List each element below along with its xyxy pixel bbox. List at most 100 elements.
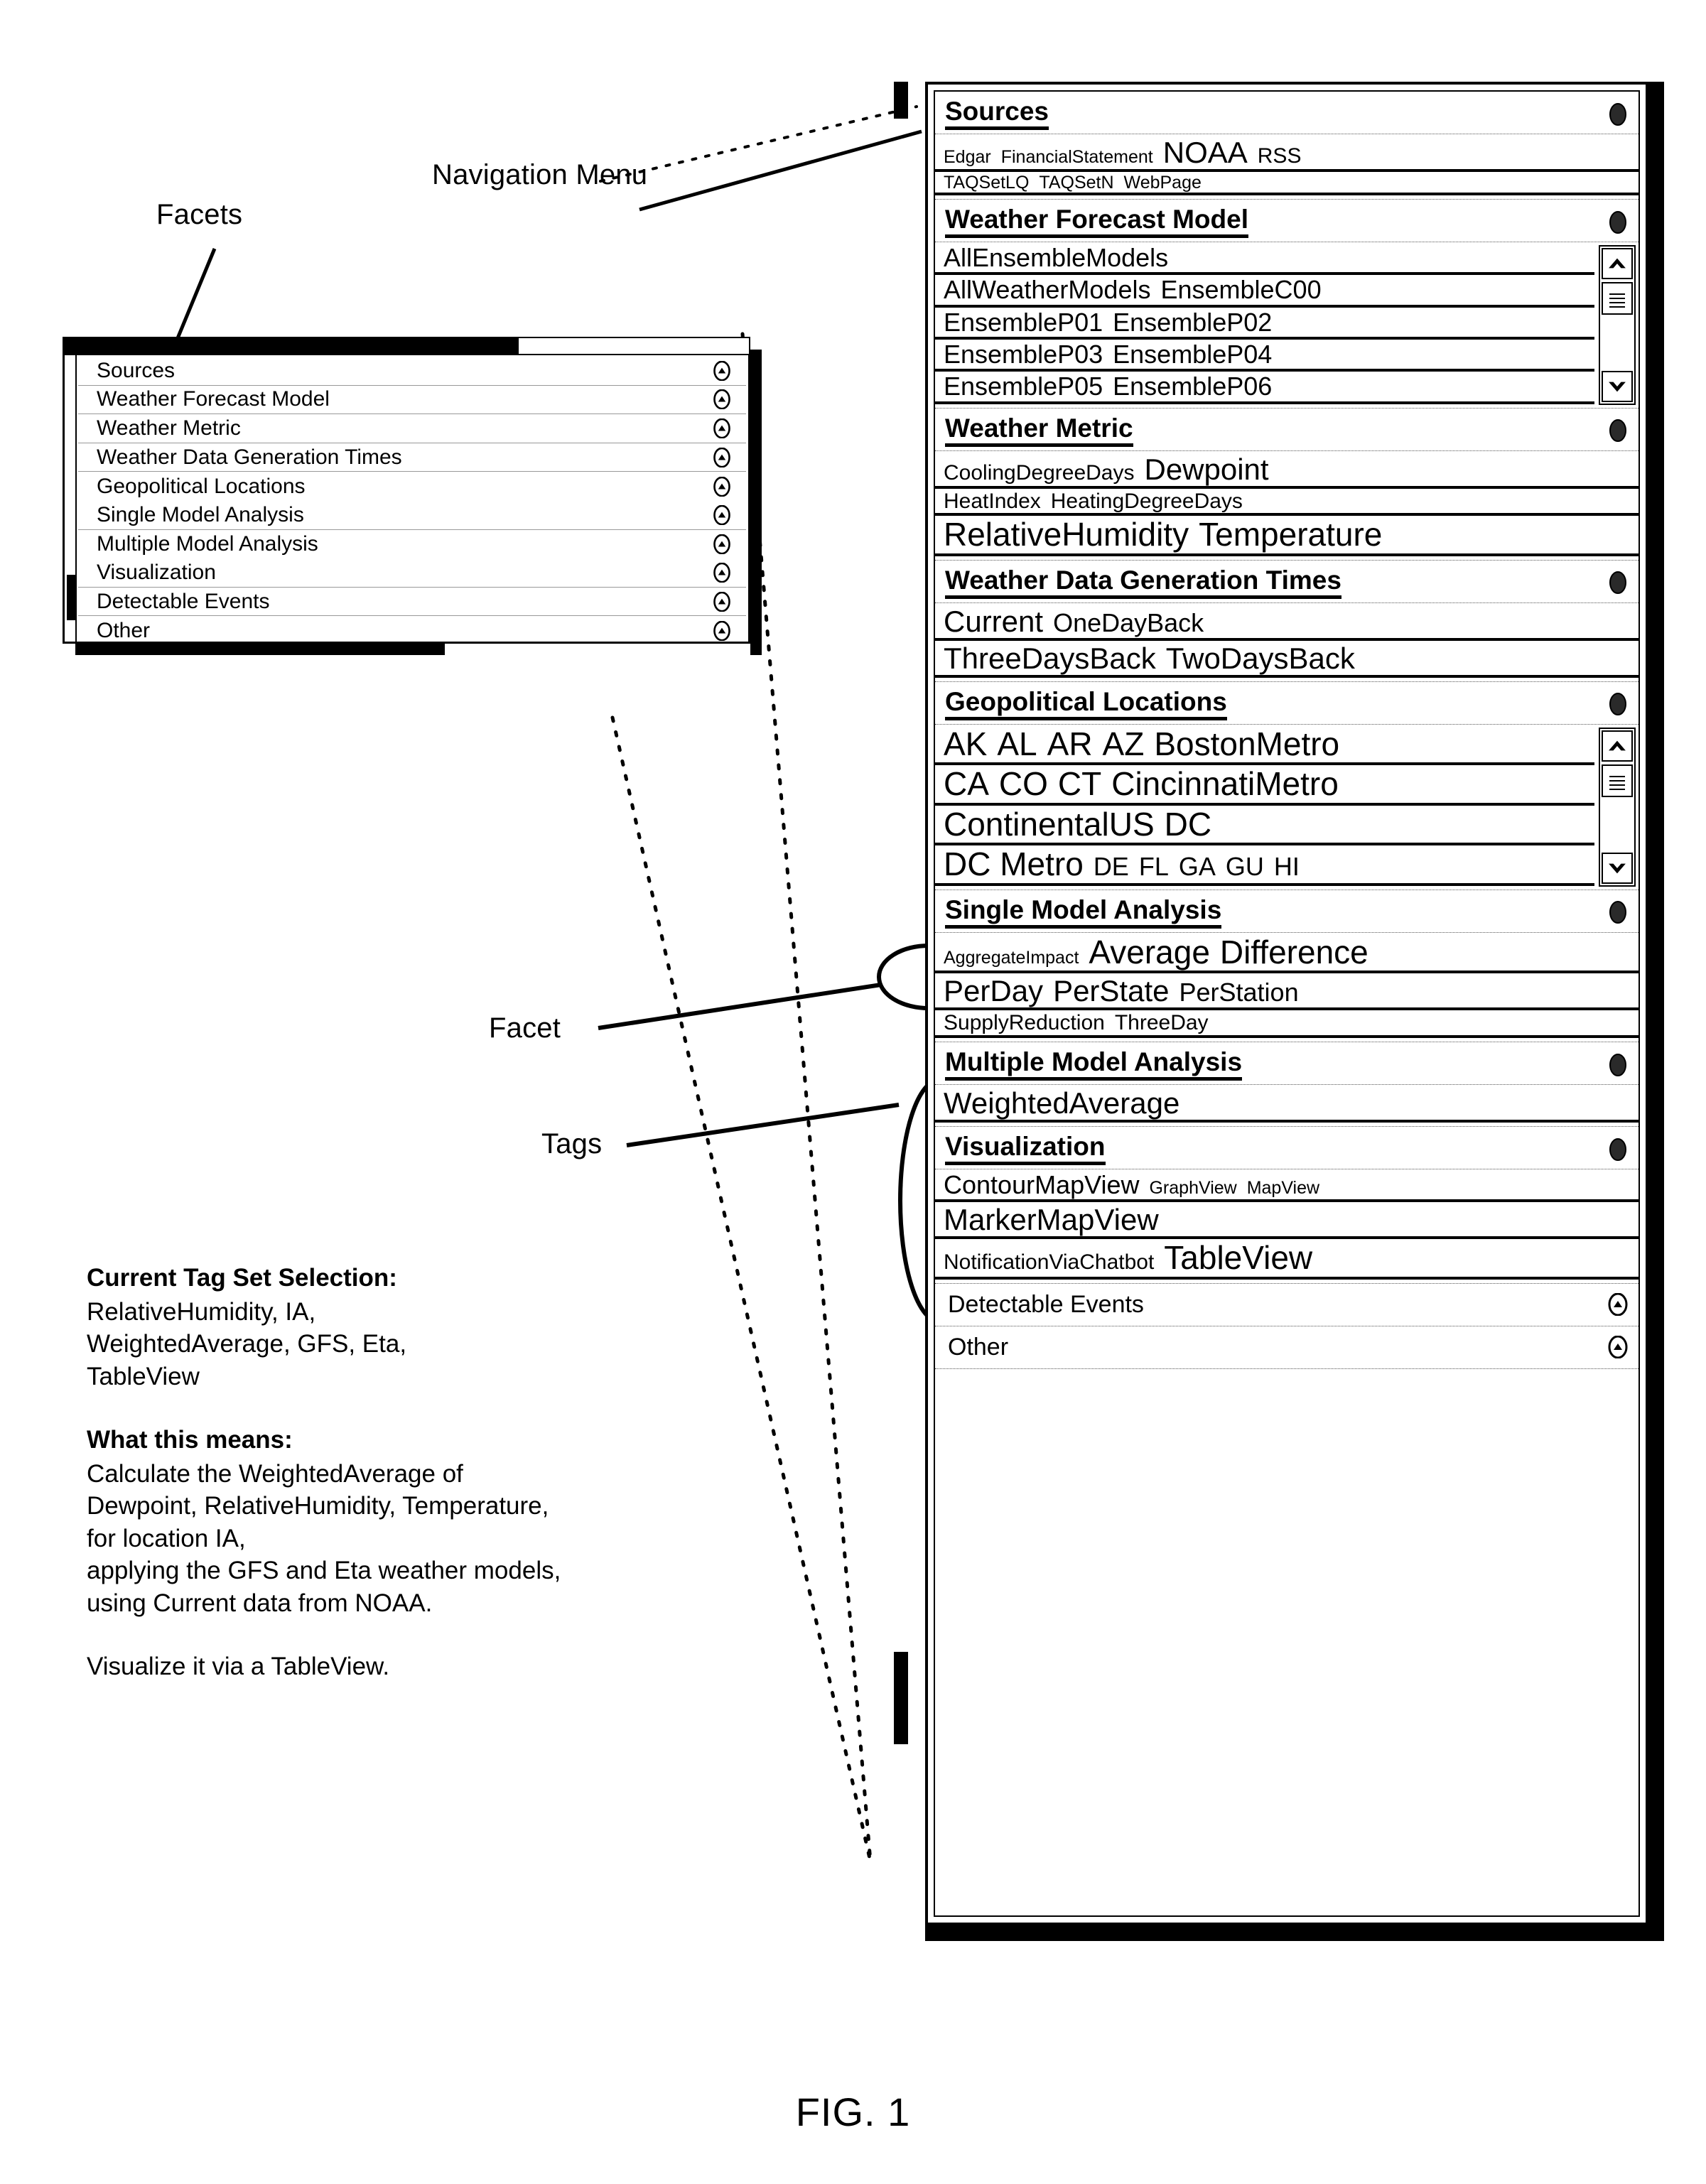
tag[interactable]: EnsembleP06: [1113, 372, 1272, 401]
navigation-menu-outer-scrollbar[interactable]: [894, 82, 908, 1925]
facet-row[interactable]: Single Model Analysis: [78, 501, 746, 530]
tag[interactable]: NotificationViaChatbot: [944, 1250, 1154, 1274]
expand-toggle-icon[interactable]: [1607, 692, 1629, 716]
facets-panel-titlebar[interactable]: [63, 337, 750, 355]
scroll-up-button[interactable]: [1602, 248, 1633, 280]
expand-toggle-icon[interactable]: [1607, 571, 1629, 595]
tag[interactable]: ContourMapView: [944, 1170, 1139, 1199]
tag[interactable]: OneDayBack: [1053, 608, 1204, 637]
scrollbar-thumb[interactable]: [1602, 764, 1633, 797]
tag[interactable]: AL: [997, 725, 1037, 762]
tag[interactable]: CincinnatiMetro: [1111, 765, 1339, 803]
tag[interactable]: DC: [1165, 806, 1211, 843]
scrollbar-thumb[interactable]: [1602, 282, 1633, 315]
nav-section-header[interactable]: Multiple Model Analysis: [935, 1042, 1638, 1085]
collapse-chevron-icon[interactable]: [1607, 1293, 1629, 1317]
nav-section-collapsed[interactable]: Detectable Events: [935, 1284, 1638, 1326]
nav-section-header[interactable]: Weather Metric: [935, 409, 1638, 451]
tag[interactable]: CT: [1058, 765, 1101, 803]
facet-row[interactable]: Multiple Model Analysis: [78, 530, 746, 559]
tag[interactable]: TwoDaysBack: [1166, 642, 1355, 675]
tag[interactable]: Dewpoint: [1144, 453, 1268, 486]
tag[interactable]: AllWeatherModels: [944, 275, 1150, 304]
facet-row[interactable]: Sources: [78, 357, 746, 386]
tag[interactable]: EnsembleC00: [1160, 275, 1321, 304]
nav-section-header[interactable]: Weather Data Generation Times: [935, 561, 1638, 603]
tag[interactable]: PerStation: [1179, 978, 1299, 1007]
collapse-chevron-icon[interactable]: [712, 534, 732, 554]
tag[interactable]: TAQSetN: [1039, 173, 1113, 193]
expand-toggle-icon[interactable]: [1607, 102, 1629, 126]
scroll-down-button[interactable]: [1602, 370, 1633, 402]
tag[interactable]: CA: [944, 765, 989, 803]
tag[interactable]: AllEnsembleModels: [944, 243, 1168, 272]
tag[interactable]: WeightedAverage: [944, 1086, 1179, 1120]
nav-section-header[interactable]: Weather Forecast Model: [935, 200, 1638, 243]
tag[interactable]: FL: [1139, 852, 1169, 881]
tag[interactable]: AZ: [1103, 725, 1145, 762]
tag[interactable]: HeatIndex: [944, 490, 1041, 513]
tag[interactable]: CO: [999, 765, 1048, 803]
nav-section-collapsed[interactable]: Other: [935, 1326, 1638, 1369]
nav-section-header[interactable]: Single Model Analysis: [935, 890, 1638, 933]
expand-toggle-icon[interactable]: [1607, 1137, 1629, 1162]
expand-toggle-icon[interactable]: [1607, 1053, 1629, 1077]
facet-row[interactable]: Weather Forecast Model: [78, 386, 746, 415]
nav-section-header[interactable]: Sources: [935, 92, 1638, 134]
tag[interactable]: RelativeHumidity: [944, 516, 1189, 553]
tag[interactable]: Temperature: [1199, 516, 1382, 553]
tag[interactable]: DE: [1094, 852, 1129, 881]
tag[interactable]: RSS: [1258, 144, 1302, 168]
tag[interactable]: ThreeDaysBack: [944, 642, 1156, 675]
tag[interactable]: GU: [1226, 852, 1264, 881]
collapse-chevron-icon[interactable]: [712, 591, 732, 612]
tag[interactable]: EnsembleP05: [944, 372, 1103, 401]
collapse-chevron-icon[interactable]: [712, 476, 732, 497]
collapse-chevron-icon[interactable]: [712, 562, 732, 583]
collapse-chevron-icon[interactable]: [712, 504, 732, 525]
nav-section-scrollbar[interactable]: [1599, 727, 1636, 887]
collapse-chevron-icon[interactable]: [1607, 1336, 1629, 1359]
facets-panel-scrollbar[interactable]: [67, 355, 77, 642]
nav-section-scrollbar[interactable]: [1599, 245, 1636, 405]
tag[interactable]: ContinentalUS: [944, 806, 1155, 843]
collapse-chevron-icon[interactable]: [712, 360, 732, 381]
tag[interactable]: FinancialStatement: [1001, 147, 1153, 167]
tag[interactable]: AggregateImpact: [944, 948, 1079, 968]
tag[interactable]: CoolingDegreeDays: [944, 461, 1134, 485]
tag[interactable]: PerState: [1053, 974, 1169, 1007]
navigation-menu-outer-scrollbar-thumb-bottom[interactable]: [894, 1652, 908, 1744]
nav-section-header[interactable]: Geopolitical Locations: [935, 682, 1638, 725]
tag[interactable]: GraphView: [1149, 1178, 1236, 1198]
tag[interactable]: Average: [1089, 934, 1210, 971]
tag[interactable]: TableView: [1164, 1239, 1312, 1277]
tag[interactable]: EnsembleP03: [944, 340, 1103, 369]
tag[interactable]: AK: [944, 725, 987, 762]
tag[interactable]: GA: [1179, 852, 1216, 881]
collapse-chevron-icon[interactable]: [712, 389, 732, 410]
tag[interactable]: EnsembleP01: [944, 308, 1103, 337]
expand-toggle-icon[interactable]: [1607, 418, 1629, 443]
tag[interactable]: PerDay: [944, 974, 1043, 1007]
tag[interactable]: SupplyReduction: [944, 1011, 1105, 1034]
facet-row[interactable]: Visualization: [78, 558, 746, 588]
tag[interactable]: HI: [1274, 852, 1300, 881]
tag[interactable]: WebPage: [1124, 173, 1202, 193]
tag[interactable]: MapView: [1247, 1178, 1319, 1198]
tag[interactable]: AR: [1047, 725, 1093, 762]
tag[interactable]: TAQSetLQ: [944, 173, 1029, 193]
tag[interactable]: Edgar: [944, 147, 991, 167]
facet-row[interactable]: Geopolitical Locations: [78, 472, 746, 501]
navigation-menu-outer-scrollbar-thumb-top[interactable]: [894, 82, 908, 119]
tag[interactable]: MarkerMapView: [944, 1203, 1159, 1236]
facet-row[interactable]: Detectable Events: [78, 588, 746, 617]
expand-toggle-icon[interactable]: [1607, 210, 1629, 234]
tag[interactable]: Difference: [1220, 934, 1368, 971]
tag[interactable]: EnsembleP04: [1113, 340, 1272, 369]
nav-section-header[interactable]: Visualization: [935, 1127, 1638, 1170]
tag[interactable]: NOAA: [1163, 136, 1248, 169]
expand-toggle-icon[interactable]: [1607, 900, 1629, 924]
facets-panel-scrollbar-thumb[interactable]: [67, 575, 77, 620]
collapse-chevron-icon[interactable]: [712, 447, 732, 467]
tag[interactable]: EnsembleP02: [1113, 308, 1272, 337]
